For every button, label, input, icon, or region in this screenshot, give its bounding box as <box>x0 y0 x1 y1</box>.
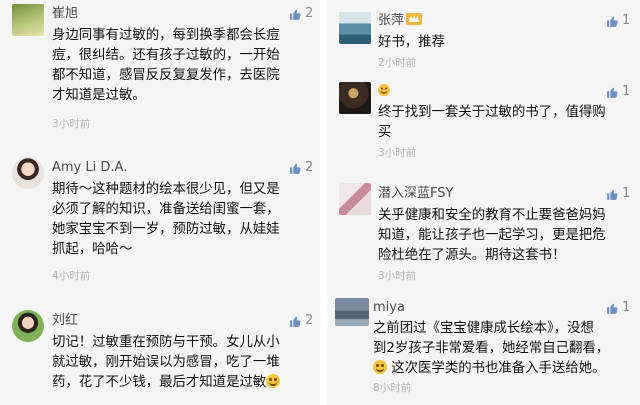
comment-line-text: 药，花了不少钱，最后才知道是过敏 <box>52 375 267 390</box>
comment-line-text: 这次医学类的书也准备入手送给她。 <box>391 361 606 376</box>
left-comment-column: 崔旭 2 身边同事有过敏的，每到换季都会长痘 痘，很纠结。还有孩子过敏的，一开始… <box>0 0 320 405</box>
commenter-name[interactable]: 潜入深蓝FSY <box>378 186 453 202</box>
comment-line: 切记！过敏重在预防与干预。女儿从小 <box>52 335 280 350</box>
comment-time: 4小时前 <box>52 270 91 282</box>
comment-line: 她家宝宝不到一岁，预防过敏，从娃娃 <box>52 222 280 237</box>
comment-line: 终于找到一套关于过敏的书了，值得购 <box>378 105 606 120</box>
commenter-name-text: 张萍 <box>378 13 405 28</box>
comment-time: 3小时前 <box>378 270 417 282</box>
commenter-name[interactable]: miya <box>373 300 405 316</box>
comment-line: 药，花了不少钱，最后才知道是过敏 <box>52 373 318 393</box>
comment-line: 知道，能让孩子也一起学习，更是把危 <box>378 228 606 243</box>
commenter-name[interactable]: Amy Li D.A. <box>52 160 127 176</box>
comment-text: 关乎健康和安全的教育不止要爸爸妈妈 知道，能让孩子也一起学习，更是把危 险杜绝在… <box>378 206 636 266</box>
comment-text: 身边同事有过敏的，每到换季都会长痘 痘，很纠结。还有孩子过敏的，一开始 都不知道… <box>52 26 314 106</box>
comment-line: 好书，推荐 <box>378 35 445 50</box>
comment-text: 期待～这种题材的绘本很少见，但又是 必须了解的知识，准备送给闺蜜一套， 她家宝宝… <box>52 180 314 260</box>
like-count: 2 <box>305 313 314 328</box>
avatar[interactable] <box>12 157 44 189</box>
comment-text: 之前团过《宝宝健康成长绘本》，没想 到2岁孩子非常爱看，她经常自己翻看， 这次医… <box>373 319 638 379</box>
comment-time: 3小时前 <box>378 147 417 159</box>
avatar[interactable] <box>339 12 371 44</box>
like-count: 2 <box>305 160 314 175</box>
commenter-name[interactable] <box>378 84 390 101</box>
commenter-name[interactable]: 刘红 <box>52 313 78 329</box>
comment-text: 好书，推荐 <box>378 33 634 53</box>
comment-text: 终于找到一套关于过敏的书了，值得购 买 <box>378 103 634 143</box>
column-gutter <box>320 0 327 405</box>
like-button[interactable]: 1 <box>606 300 630 316</box>
comment-line: 这次医学类的书也准备入手送给她。 <box>373 359 638 379</box>
thumbs-up-icon <box>607 303 618 314</box>
laughing-emoji-icon <box>373 360 387 374</box>
thumbs-up-icon <box>290 316 301 327</box>
comment-line: 才知道是过敏。 <box>52 88 146 103</box>
thumbs-up-icon <box>290 163 301 174</box>
thumbs-up-icon <box>607 16 618 27</box>
like-button[interactable]: 2 <box>289 313 313 329</box>
laughing-emoji-icon <box>266 374 281 388</box>
smiling-emoji-icon <box>378 84 390 96</box>
like-button[interactable]: 1 <box>606 13 630 29</box>
comment-line: 就过敏，刚开始误以为感冒，吃了一堆 <box>52 355 280 370</box>
comment-line: 必须了解的知识，准备送给闺蜜一套， <box>52 202 280 217</box>
avatar[interactable] <box>12 310 44 342</box>
comment-text: 切记！过敏重在预防与干预。女儿从小 就过敏，刚开始误以为感冒，吃了一堆 药，花了… <box>52 333 318 393</box>
avatar[interactable] <box>335 298 369 326</box>
comment-time: 3小时前 <box>52 118 91 130</box>
thumbs-up-icon <box>607 87 618 98</box>
comment-line: 期待～这种题材的绘本很少见，但又是 <box>52 182 280 197</box>
avatar[interactable] <box>339 183 371 215</box>
like-button[interactable]: 1 <box>606 84 630 100</box>
comment-time: 8小时前 <box>373 382 412 394</box>
like-button[interactable]: 1 <box>606 186 630 202</box>
comment-line: 到2岁孩子非常爱看，她经常自己翻看， <box>373 341 610 356</box>
comment-line: 都不知道，感冒反反复复发作，去医院 <box>52 68 280 83</box>
comment-line: 抓起，哈哈～ <box>52 242 133 257</box>
commenter-name[interactable]: 崔旭 <box>52 6 78 22</box>
like-count: 2 <box>305 6 314 21</box>
avatar[interactable] <box>339 82 371 114</box>
like-count: 1 <box>622 186 631 201</box>
comment-line: 关乎健康和安全的教育不止要爸爸妈妈 <box>378 208 606 223</box>
comment-line: 之前团过《宝宝健康成长绘本》，没想 <box>373 321 594 336</box>
like-count: 1 <box>622 84 631 99</box>
right-comment-column: 张萍 1 好书，推荐 2小时前 1 终于找到一套关于过敏的书了，值得购 买 3小… <box>327 0 640 405</box>
like-button[interactable]: 2 <box>289 160 313 176</box>
avatar[interactable] <box>12 4 44 36</box>
crown-icon <box>406 13 423 25</box>
like-count: 1 <box>622 300 631 315</box>
like-count: 1 <box>622 13 631 28</box>
comment-time: 2小时前 <box>378 57 417 69</box>
thumbs-up-icon <box>607 189 618 200</box>
comment-line: 身边同事有过敏的，每到换季都会长痘 <box>52 28 280 43</box>
like-button[interactable]: 2 <box>289 6 313 22</box>
commenter-name[interactable]: 张萍 <box>378 13 423 29</box>
comment-line: 险杜绝在了源头。期待这套书！ <box>378 248 566 263</box>
comment-line: 买 <box>378 125 392 140</box>
thumbs-up-icon <box>290 9 301 20</box>
comment-line: 痘，很纠结。还有孩子过敏的，一开始 <box>52 48 280 63</box>
